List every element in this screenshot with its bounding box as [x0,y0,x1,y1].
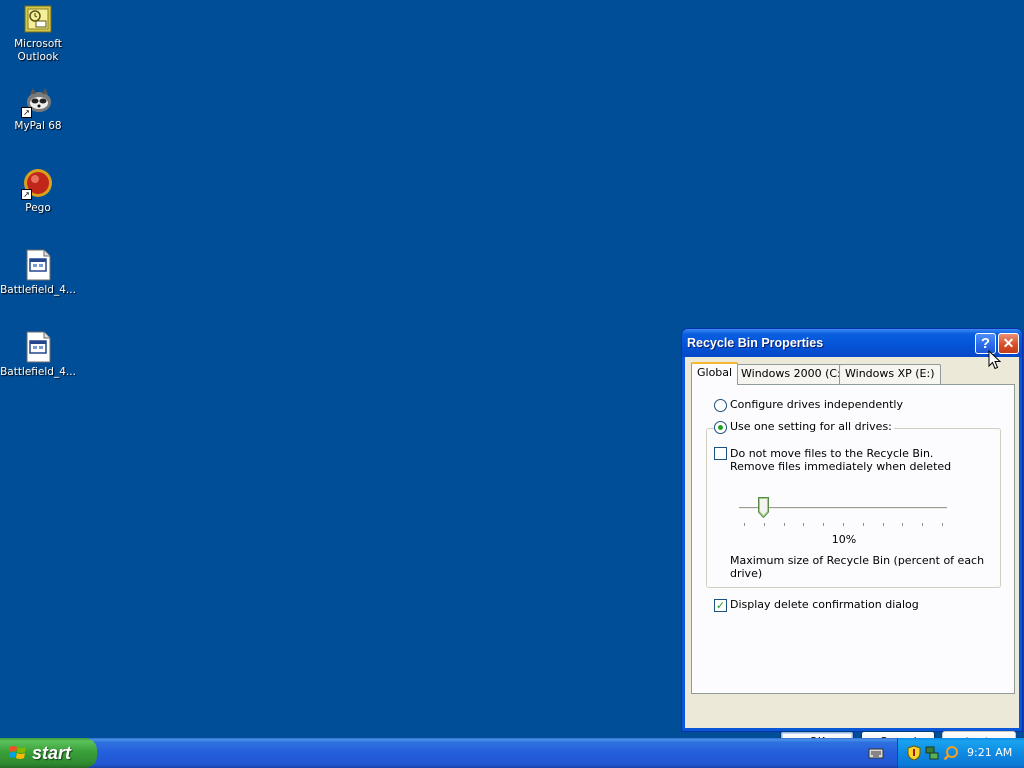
keyboard-icon[interactable] [868,745,884,761]
radio-button[interactable] [714,398,727,412]
desktop-icon-label: MyPal 68 [14,120,62,132]
windows-flag-icon [9,746,26,759]
recycle-size-slider-thumb[interactable] [758,497,770,518]
slider-tick [882,523,884,526]
slider-tick [862,523,864,526]
slider-tick [922,523,924,526]
desktop-icon-mypal[interactable]: ↗ MyPal 68 [0,85,76,133]
outlook-icon [22,3,54,35]
slider-tick [744,523,745,526]
taskbar: start 9:21 AM [0,738,1024,768]
checkbox[interactable] [714,447,727,460]
desktop-icon-label: Battlefield_4... [0,284,76,296]
tab-panel-global: Configure drives independently Use one s… [691,384,1015,694]
document-file-icon [22,331,54,363]
window-title: Recycle Bin Properties [687,336,824,350]
checkbox-label-line2: Remove files immediately when deleted [730,460,952,473]
desktop-icon-label: Battlefield_4... [0,366,76,378]
title-bar[interactable]: Recycle Bin Properties ? ✕ [682,329,1022,357]
tab-windows-2000-c[interactable]: Windows 2000 (C:) [735,364,852,384]
network-icon[interactable] [924,745,940,761]
slider-tick [942,523,943,526]
tab-windows-xp-e[interactable]: Windows XP (E:) [839,364,941,384]
shortcut-arrow-icon: ↗ [21,107,32,118]
radio-label: Use one setting for all drives: [730,420,892,433]
recycle-bin-properties-dialog: Recycle Bin Properties ? ✕ Global Window… [681,328,1023,752]
slider-tick [803,523,805,526]
slider-tick [843,523,844,526]
slider-tick [823,523,825,526]
slider-tick [902,523,904,526]
checkbox-display-confirmation[interactable]: ✓ Display delete confirmation dialog [714,598,919,612]
checkbox-label: Display delete confirmation dialog [730,598,919,611]
radio-configure-independently[interactable]: Configure drives independently [714,398,903,412]
checkbox-label-line1: Do not move files to the Recycle Bin. [730,447,934,460]
desktop-icon-label: Pego [25,202,51,214]
radio-button-selected[interactable] [714,420,727,434]
slider-tick [783,523,785,526]
radio-label: Configure drives independently [730,398,903,411]
system-tray: 9:21 AM [897,738,1024,768]
desktop-icon-label: Microsoft Outlook [14,38,62,63]
slider-caption: Maximum size of Recycle Bin (percent of … [730,554,985,580]
checkbox-do-not-move[interactable]: Do not move files to the Recycle Bin. Rem… [714,447,951,473]
document-file-icon [22,249,54,281]
radio-one-setting[interactable]: Use one setting for all drives: [714,420,894,434]
checkbox-checked[interactable]: ✓ [714,598,727,612]
slider-tick [763,523,765,526]
desktop-icon-pego[interactable]: ↗ Pego [0,167,76,215]
start-button[interactable]: start [0,738,97,768]
shortcut-arrow-icon: ↗ [21,189,32,200]
desktop-icon-battlefield-1[interactable]: Battlefield_4... [0,249,76,297]
search-icon[interactable] [943,745,959,761]
dialog-client-area: Global Windows 2000 (C:) Windows XP (E:)… [685,357,1019,752]
desktop-icon-outlook[interactable]: Microsoft Outlook [0,3,76,64]
slider-value-label: 10% [831,533,857,546]
recycle-size-slider-track[interactable] [739,507,947,510]
mouse-cursor-icon [988,350,1002,370]
tab-global[interactable]: Global [691,362,739,385]
pego-icon: ↗ [21,167,54,200]
security-shield-icon[interactable] [906,745,922,761]
start-label: start [32,743,72,763]
desktop-icon-battlefield-2[interactable]: Battlefield_4... [0,331,76,379]
mypal-browser-icon: ↗ [21,85,54,118]
clock: 9:21 AM [967,746,1013,759]
